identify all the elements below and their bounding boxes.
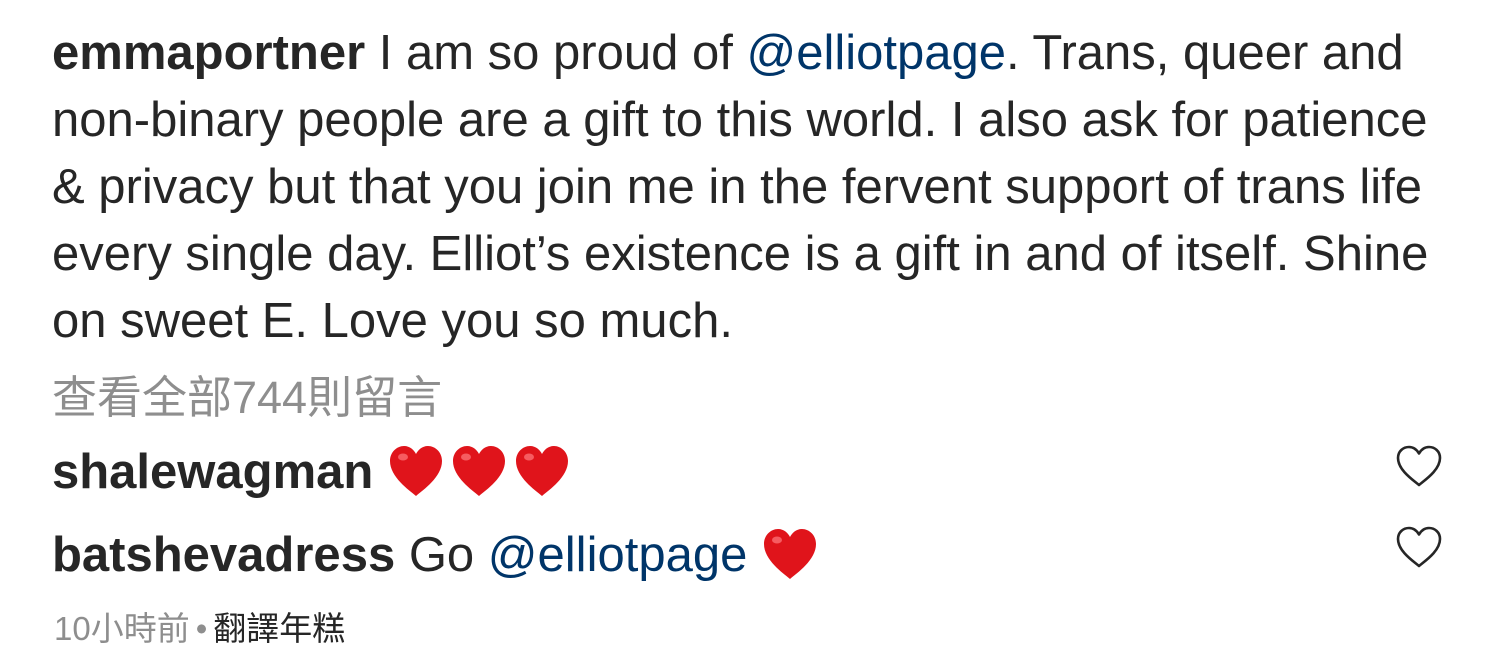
comment-item: batshevadress Go @elliotpage [52,525,1382,585]
view-all-comments-link[interactable]: 查看全部744則留言 [52,370,442,426]
like-comment-button[interactable] [1394,443,1444,489]
meta-separator: • [195,610,208,647]
red-heart-emoji-icon [761,527,819,581]
like-comment-button[interactable] [1394,524,1444,570]
red-heart-emoji-icon [450,444,508,498]
red-heart-emoji-icon [513,444,571,498]
translate-button[interactable]: 翻譯年糕 [213,610,345,647]
post-timestamp: 10小時前 [54,610,190,647]
comment-item: shalewagman [52,442,1382,502]
red-heart-emoji-icon [387,444,445,498]
caption-mention-link[interactable]: @elliotpage [746,26,1006,80]
post-author-username[interactable]: emmaportner [52,26,365,80]
post-meta: 10小時前 • 翻譯年糕 [54,607,345,651]
caption-text-start: I am so proud of [365,26,747,80]
heart-outline-icon [1396,526,1442,568]
comment-username[interactable]: shalewagman [52,445,373,499]
comment-username[interactable]: batshevadress [52,528,395,582]
heart-outline-icon [1396,445,1442,487]
comment-text: Go [395,528,488,582]
comment-mention-link[interactable]: @elliotpage [488,528,748,582]
post-caption: emmaportner I am so proud of @elliotpage… [52,20,1452,355]
